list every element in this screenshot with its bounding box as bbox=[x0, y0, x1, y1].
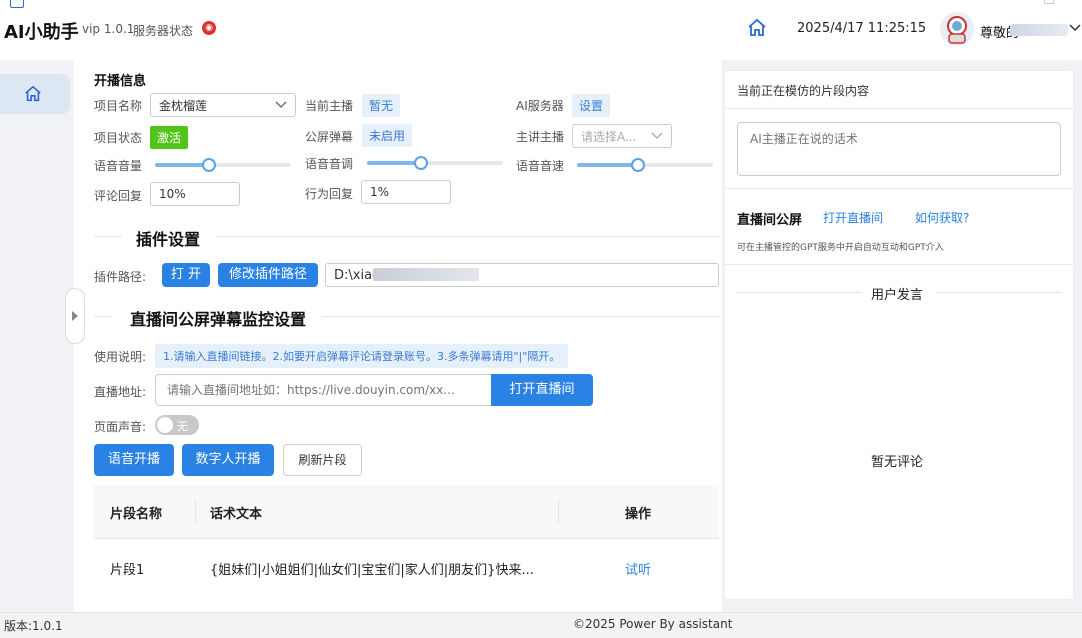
divider bbox=[725, 264, 1073, 265]
action-reply-label: 行为回复 bbox=[305, 187, 354, 201]
window-maximize-button[interactable] bbox=[1044, 0, 1054, 4]
action-reply-input[interactable]: 1% bbox=[361, 180, 451, 204]
usage-label: 使用说明: bbox=[94, 350, 147, 364]
anchor-label: 当前主播 bbox=[305, 99, 354, 113]
segment-name: 片段1 bbox=[110, 563, 145, 578]
footer-version: 版本:1.0.1 bbox=[4, 619, 63, 633]
imitating-title: 当前正在模仿的片段内容 bbox=[737, 84, 870, 98]
listen-link[interactable]: 试听 bbox=[625, 559, 651, 578]
volume-label: 语音音量 bbox=[94, 159, 143, 173]
divider bbox=[725, 108, 1073, 109]
home-icon bbox=[25, 85, 41, 102]
chevron-down-icon bbox=[275, 101, 287, 108]
divider bbox=[725, 188, 1073, 189]
avatar[interactable] bbox=[940, 12, 974, 46]
chevron-down-icon bbox=[651, 132, 663, 139]
footer bbox=[0, 612, 1082, 638]
datetime-display: 2025/4/17 11:25:15 bbox=[797, 21, 927, 36]
server-status-label[interactable]: 服务器状态 bbox=[133, 22, 193, 39]
divider bbox=[94, 316, 112, 317]
comment-reply-input[interactable]: 10% bbox=[150, 182, 240, 206]
collapse-handle[interactable] bbox=[65, 288, 85, 344]
tone-label: 语音音调 bbox=[305, 157, 354, 171]
sidebar-item-home[interactable] bbox=[0, 74, 70, 114]
digital-human-broadcast-button[interactable]: 数字人开播 bbox=[182, 444, 274, 476]
segment-text: {姐妹们|小姐姐们|仙女们|宝宝们|家人们|朋友们}快来... bbox=[210, 563, 534, 578]
open-live-room-button[interactable]: 打开直播间 bbox=[491, 374, 593, 406]
page-sound-value: 无 bbox=[177, 420, 188, 433]
project-status-label: 项目状态 bbox=[94, 131, 143, 145]
refresh-segments-button[interactable]: 刷新片段 bbox=[283, 444, 362, 476]
page-sound-toggle[interactable]: 无 bbox=[155, 415, 199, 435]
page-sound-label: 页面声音: bbox=[94, 420, 147, 434]
broadcast-section-title: 开播信息 bbox=[94, 74, 147, 89]
project-name-select[interactable]: 金枕榴莲 bbox=[150, 93, 296, 117]
path-mask bbox=[373, 268, 479, 281]
sidebar bbox=[0, 60, 74, 612]
ai-server-settings-button[interactable]: 设置 bbox=[572, 94, 611, 117]
column-header-text: 话术文本 bbox=[210, 507, 263, 522]
public-screen-desc: 可在主播管控的GPT服务中开启自动互动和GPT介入 bbox=[737, 243, 944, 253]
public-barrage-tag: 未启用 bbox=[362, 124, 413, 147]
how-to-get-link[interactable]: 如何获取? bbox=[915, 209, 969, 226]
speed-label: 语音音速 bbox=[516, 159, 565, 173]
plugin-path-label: 插件路径: bbox=[94, 270, 147, 284]
open-live-link[interactable]: 打开直播间 bbox=[823, 209, 883, 226]
voice-broadcast-button[interactable]: 语音开播 bbox=[94, 444, 174, 476]
version-label: vip 1.0.1 bbox=[82, 22, 135, 36]
project-name-label: 项目名称 bbox=[94, 99, 143, 113]
public-screen-title: 直播间公屏 bbox=[737, 213, 803, 228]
home-icon[interactable] bbox=[747, 18, 767, 41]
chevron-right-icon bbox=[72, 311, 78, 321]
user-speech-title: 用户发言 bbox=[871, 288, 924, 303]
chevron-down-icon[interactable] bbox=[1068, 18, 1082, 41]
comment-reply-label: 评论回复 bbox=[94, 189, 143, 203]
monitor-section-title: 直播间公屏弹幕监控设置 bbox=[130, 310, 307, 329]
ai-speech-textarea[interactable] bbox=[737, 122, 1061, 176]
main-anchor-placeholder: 请选择A... bbox=[581, 130, 637, 144]
user-name-mask bbox=[1010, 24, 1068, 36]
app-title: AI小助手 bbox=[4, 22, 79, 43]
ai-server-label: AI服务器 bbox=[516, 99, 564, 113]
globe-icon[interactable]: ◉ bbox=[202, 21, 216, 35]
app-icon bbox=[10, 0, 24, 8]
url-label: 直播地址: bbox=[94, 385, 147, 399]
modify-plugin-path-button[interactable]: 修改插件路径 bbox=[218, 263, 318, 287]
column-divider bbox=[195, 499, 196, 524]
usage-text: 1.请输入直播间链接。2.如要开启弹幕评论请登录账号。3.多条弹幕请用"|"隔开… bbox=[155, 344, 569, 368]
speed-slider[interactable] bbox=[577, 155, 713, 175]
table-row: 片段1 {姐妹们|小姐姐们|仙女们|宝宝们|家人们|朋友们}快来... 试听 bbox=[94, 540, 719, 594]
toggle-knob bbox=[157, 417, 173, 433]
footer-copyright: ©2025 Power By assistant bbox=[573, 617, 733, 631]
divider bbox=[322, 316, 719, 317]
main-anchor-label: 主讲主播 bbox=[516, 130, 565, 144]
project-status-badge: 激活 bbox=[150, 126, 189, 149]
divider bbox=[94, 236, 122, 237]
divider bbox=[216, 236, 719, 237]
volume-slider[interactable] bbox=[155, 155, 291, 175]
divider bbox=[937, 292, 1061, 293]
column-header-name: 片段名称 bbox=[110, 507, 163, 522]
column-header-action: 操作 bbox=[625, 507, 652, 522]
project-name-value: 金枕榴莲 bbox=[159, 99, 208, 113]
open-plugin-button[interactable]: 打 开 bbox=[162, 263, 210, 287]
divider bbox=[737, 292, 861, 293]
public-barrage-label: 公屏弹幕 bbox=[305, 130, 354, 144]
anchor-tag: 暂无 bbox=[362, 94, 401, 117]
main-anchor-select[interactable]: 请选择A... bbox=[572, 124, 672, 148]
plugin-section-title: 插件设置 bbox=[136, 230, 201, 249]
row-divider bbox=[94, 538, 719, 539]
column-divider bbox=[558, 499, 559, 524]
no-comment-text: 暂无评论 bbox=[871, 455, 924, 470]
tone-slider[interactable] bbox=[367, 153, 503, 173]
live-url-input[interactable] bbox=[155, 374, 492, 406]
